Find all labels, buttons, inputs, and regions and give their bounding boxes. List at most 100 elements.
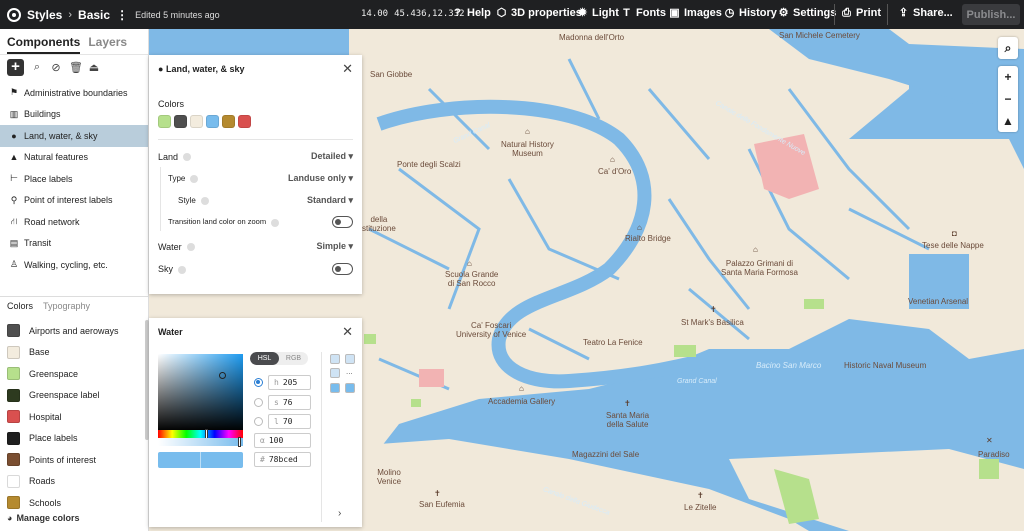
museum-icon[interactable]: ⌂ [525, 127, 530, 136]
saturation-radio[interactable] [254, 398, 263, 407]
info-icon[interactable] [183, 153, 192, 162]
history-button[interactable]: ◷ History [724, 7, 777, 19]
color-item[interactable]: Place labels [0, 428, 143, 450]
tab-layers[interactable]: Layers [88, 35, 127, 54]
tab-colors[interactable]: Colors [7, 301, 33, 311]
color-item[interactable]: Hospital [0, 406, 143, 428]
chevron-right-icon[interactable]: › [338, 508, 341, 519]
more-presets[interactable]: ... [346, 367, 353, 376]
color-preset[interactable] [330, 368, 340, 378]
studio-logo-icon[interactable] [7, 7, 21, 22]
sidebar-item-natural-features[interactable]: ▲ Natural features [0, 147, 148, 169]
compass-icon[interactable]: ▲ [998, 110, 1018, 132]
info-icon[interactable] [186, 243, 195, 252]
rgb-tab[interactable]: RGB [279, 352, 308, 365]
museum-icon[interactable]: ⌂ [637, 223, 642, 232]
museum-icon[interactable]: ⌂ [610, 155, 615, 164]
more-options-icon[interactable]: ⋮ [116, 8, 128, 22]
breadcrumb-style-name[interactable]: Basic [78, 8, 110, 22]
color-preset[interactable] [330, 383, 340, 393]
search-layers-icon[interactable]: ⌕ [31, 61, 43, 74]
sidebar-item-buildings[interactable]: ▥ Buildings [0, 104, 148, 126]
restaurant-icon[interactable]: ✕ [986, 436, 993, 445]
sidebar-item-transit[interactable]: ▤ Transit [0, 233, 148, 255]
info-icon[interactable] [271, 218, 280, 227]
sidebar-item-walking[interactable]: ♙ Walking, cycling, etc. [0, 254, 148, 276]
sky-toggle[interactable] [332, 263, 353, 275]
3d-properties-button[interactable]: ⬡ 3D properties [496, 7, 582, 19]
images-button[interactable]: ▣ Images [669, 7, 722, 19]
church-icon[interactable]: ✝ [697, 491, 704, 500]
church-icon[interactable]: ✝ [624, 399, 631, 408]
hue-slider[interactable] [158, 429, 243, 439]
trash-icon[interactable]: 🗑 [69, 61, 83, 74]
fonts-button[interactable]: T Fonts [621, 7, 666, 19]
breadcrumb-styles[interactable]: Styles [27, 8, 62, 22]
info-icon[interactable] [190, 174, 199, 183]
alpha-slider[interactable] [158, 437, 243, 447]
eject-icon[interactable]: ⏏ [88, 61, 100, 74]
color-item[interactable]: Greenspace [0, 363, 143, 385]
church-icon[interactable]: ✝ [710, 305, 717, 314]
tab-components[interactable]: Components [7, 35, 81, 54]
color-preset[interactable] [345, 354, 355, 364]
water-dropdown[interactable]: Simple ▾ [316, 241, 353, 252]
color-item[interactable]: Schools [0, 492, 143, 514]
saturation-field[interactable]: s 76 [268, 395, 311, 410]
sidebar-item-admin-boundaries[interactable]: ⚑ Administrative boundaries [0, 82, 148, 104]
type-dropdown[interactable]: Landuse only ▾ [288, 173, 353, 184]
lightness-radio[interactable] [254, 417, 263, 426]
info-icon[interactable] [178, 265, 187, 274]
museum-icon[interactable]: ⌂ [467, 259, 472, 268]
search-icon[interactable]: ⌕ [998, 37, 1018, 59]
lightness-field[interactable]: l 70 [268, 414, 311, 429]
close-icon[interactable]: ✕ [342, 61, 353, 77]
tab-typography[interactable]: Typography [43, 301, 90, 311]
palette-swatch[interactable] [206, 115, 219, 128]
hsl-tab[interactable]: HSL [250, 352, 279, 365]
share-button[interactable]: ⇪ Share... [898, 7, 953, 19]
info-icon[interactable] [200, 196, 209, 205]
light-button[interactable]: ✹ Light [577, 7, 619, 19]
settings-button[interactable]: ⚙ Settings [778, 7, 837, 19]
zoom-in-button[interactable]: + [998, 66, 1018, 88]
palette-swatch[interactable] [222, 115, 235, 128]
palette-swatch[interactable] [190, 115, 203, 128]
color-preset[interactable] [330, 354, 340, 364]
close-icon[interactable]: ✕ [342, 324, 353, 340]
church-icon[interactable]: ✝ [434, 489, 441, 498]
color-preset[interactable] [345, 383, 355, 393]
publish-button[interactable]: Publish... [962, 4, 1020, 25]
transition-toggle[interactable] [332, 216, 353, 228]
sidebar-item-land-water-sky[interactable]: ● Land, water, & sky [0, 125, 148, 147]
help-button[interactable]: ? Help [452, 7, 491, 19]
sidebar-item-poi-labels[interactable]: ⚲ Point of interest labels [0, 190, 148, 212]
alpha-handle[interactable] [238, 437, 241, 447]
camera-icon[interactable]: ◘ [952, 229, 957, 238]
museum-icon[interactable]: ⌂ [519, 384, 524, 393]
zoom-out-button[interactable]: − [998, 88, 1018, 110]
hex-field[interactable]: #78bced [254, 452, 311, 467]
hide-icon[interactable]: ⊘ [50, 61, 62, 74]
color-item[interactable]: Base [0, 342, 143, 364]
manage-colors-button[interactable]: ◕ Manage colors [7, 513, 147, 523]
style-dropdown[interactable]: Standard ▾ [307, 195, 353, 206]
sidebar-item-place-labels[interactable]: ⊢ Place labels [0, 168, 148, 190]
museum-icon[interactable]: ⌂ [753, 245, 758, 254]
sidebar-item-road-network[interactable]: ⛙ Road network [0, 211, 148, 233]
land-dropdown[interactable]: Detailed ▾ [311, 151, 353, 162]
color-item[interactable]: Points of interest [0, 449, 143, 471]
add-component-button[interactable]: + [7, 58, 24, 76]
color-handle[interactable] [219, 372, 226, 379]
hue-field[interactable]: h 205 [268, 375, 311, 390]
palette-swatch[interactable] [174, 115, 187, 128]
color-item[interactable]: Greenspace label [0, 385, 143, 407]
palette-swatch[interactable] [158, 115, 171, 128]
hsl-radio[interactable] [254, 378, 263, 387]
color-item[interactable]: Roads [0, 471, 143, 493]
color-item[interactable]: Airports and aeroways [0, 320, 143, 342]
print-button[interactable]: ⎙ Print [841, 7, 881, 19]
saturation-lightness-area[interactable] [158, 354, 243, 431]
palette-swatch[interactable] [238, 115, 251, 128]
alpha-field[interactable]: α 100 [254, 433, 311, 448]
